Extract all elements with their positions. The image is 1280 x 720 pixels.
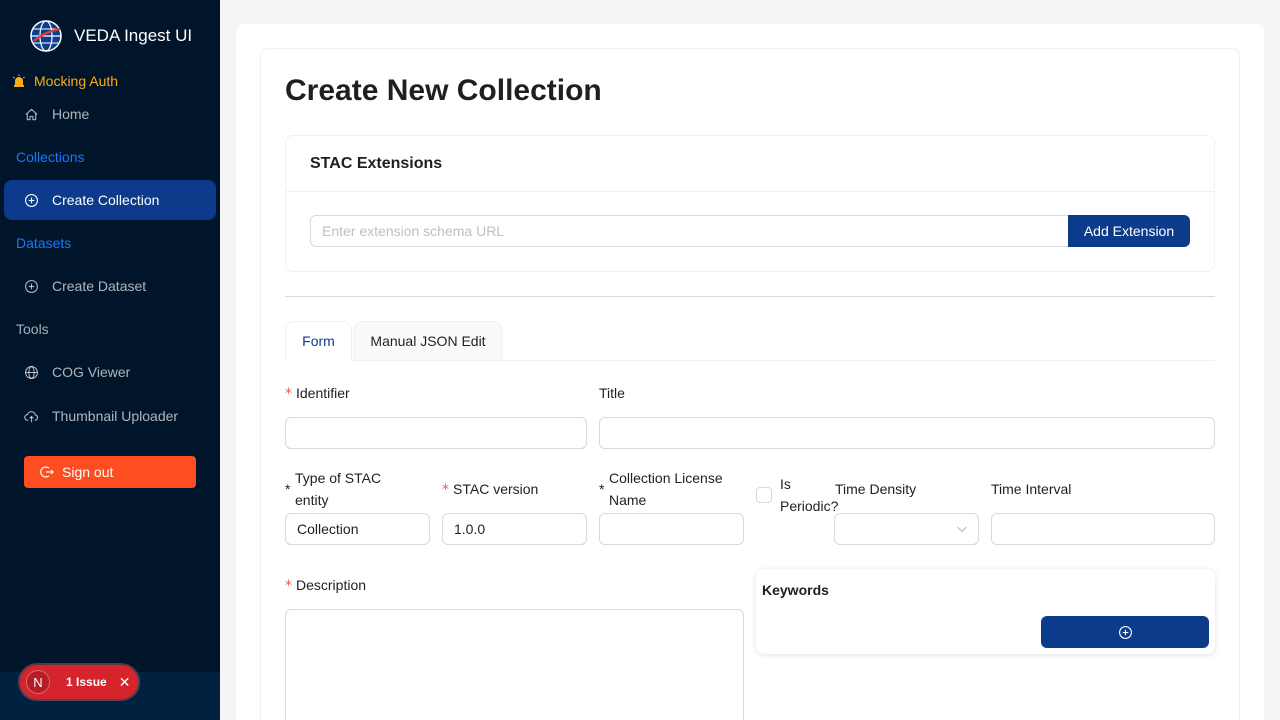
description-label: * Description xyxy=(285,577,367,594)
required-mark: * xyxy=(442,482,449,498)
required-mark: * xyxy=(285,386,292,402)
sidebar-item-label: Home xyxy=(52,106,90,122)
globe-icon xyxy=(25,365,38,379)
sidebar-item-thumbnail-uploader[interactable]: Thumbnail Uploader xyxy=(4,396,216,436)
stac-version-input[interactable]: 1.0.0 xyxy=(442,513,587,545)
sidebar-item-label: COG Viewer xyxy=(52,364,131,380)
app-brand[interactable]: VEDA Ingest UI xyxy=(30,20,192,52)
sidebar-item-label: Thumbnail Uploader xyxy=(52,408,179,424)
keywords-label: Keywords xyxy=(762,582,829,598)
sidebar-item-label: Create Dataset xyxy=(52,278,147,294)
license-label-line1: Collection License xyxy=(609,470,723,486)
time-density-label: Time Density xyxy=(835,481,917,497)
stac-version-label: * STAC version xyxy=(442,481,539,498)
is-periodic-checkbox[interactable] xyxy=(756,487,772,503)
sign-out-button[interactable]: Sign out xyxy=(24,456,196,488)
required-mark: * xyxy=(285,481,291,497)
title-input[interactable] xyxy=(599,417,1215,449)
required-mark: * xyxy=(599,481,605,497)
alarm-icon xyxy=(13,74,25,87)
time-interval-input[interactable] xyxy=(991,513,1215,545)
sign-out-label: Sign out xyxy=(62,464,114,480)
auth-status: Mocking Auth xyxy=(12,73,118,89)
stac-type-label-line2: entity xyxy=(295,492,329,508)
identifier-label: * Identifier xyxy=(285,385,350,402)
sidebar-group-tools[interactable]: Tools xyxy=(16,321,49,337)
stac-type-label-line1: Type of STAC xyxy=(295,470,382,486)
cloud-upload-icon xyxy=(24,410,39,422)
sidebar-group-datasets[interactable]: Datasets xyxy=(16,235,71,251)
tab-manual-json-edit[interactable]: Manual JSON Edit xyxy=(354,321,502,361)
stac-extensions-card: STAC Extensions xyxy=(285,135,1215,272)
time-interval-label: Time Interval xyxy=(991,481,1072,497)
extension-url-input[interactable]: Enter extension schema URL xyxy=(310,215,1070,247)
sidebar: VEDA Ingest UI Mocking Auth Home Collect… xyxy=(0,0,220,720)
page-title: Create New Collection xyxy=(285,74,602,107)
divider xyxy=(285,296,1215,297)
is-periodic-label-line1: Is xyxy=(780,476,791,492)
plus-circle-icon xyxy=(25,193,38,207)
add-keyword-button[interactable] xyxy=(1041,616,1209,648)
add-extension-button[interactable]: Add Extension xyxy=(1068,215,1190,247)
license-input[interactable] xyxy=(599,513,744,545)
license-label-line2: Name xyxy=(609,492,647,508)
auth-status-label: Mocking Auth xyxy=(34,73,119,89)
plus-circle-icon xyxy=(1118,625,1132,639)
keywords-card: Keywords xyxy=(756,569,1215,654)
sidebar-item-create-collection[interactable]: Create Collection xyxy=(4,180,216,220)
sidebar-item-label: Create Collection xyxy=(52,192,160,208)
required-mark: * xyxy=(285,578,292,594)
tab-form[interactable]: Form xyxy=(285,321,352,361)
close-icon[interactable]: ✕ xyxy=(119,674,131,691)
plus-circle-icon xyxy=(25,279,38,293)
app-title: VEDA Ingest UI xyxy=(74,26,193,45)
stac-extensions-title: STAC Extensions xyxy=(286,136,1214,192)
description-textarea[interactable] xyxy=(285,609,744,720)
identifier-input[interactable] xyxy=(285,417,587,449)
issues-count-label: 1 Issue xyxy=(66,675,107,689)
stac-type-input[interactable]: Collection xyxy=(285,513,430,545)
globe-logo-icon xyxy=(30,20,62,52)
sidebar-item-create-dataset[interactable]: Create Dataset xyxy=(4,266,216,306)
time-density-select[interactable] xyxy=(834,513,979,545)
chevron-down-icon xyxy=(957,526,967,533)
sidebar-item-cog-viewer[interactable]: COG Viewer xyxy=(4,352,216,392)
logout-icon xyxy=(40,466,54,478)
dev-tools-avatar: N xyxy=(26,670,50,694)
is-periodic-label-line2: Periodic? xyxy=(780,498,839,514)
sidebar-item-home[interactable]: Home xyxy=(4,94,216,134)
issues-badge[interactable]: N 1 Issue ✕ xyxy=(20,665,138,699)
home-icon xyxy=(25,108,38,120)
title-label: Title xyxy=(599,385,625,401)
sidebar-group-collections[interactable]: Collections xyxy=(16,149,84,165)
